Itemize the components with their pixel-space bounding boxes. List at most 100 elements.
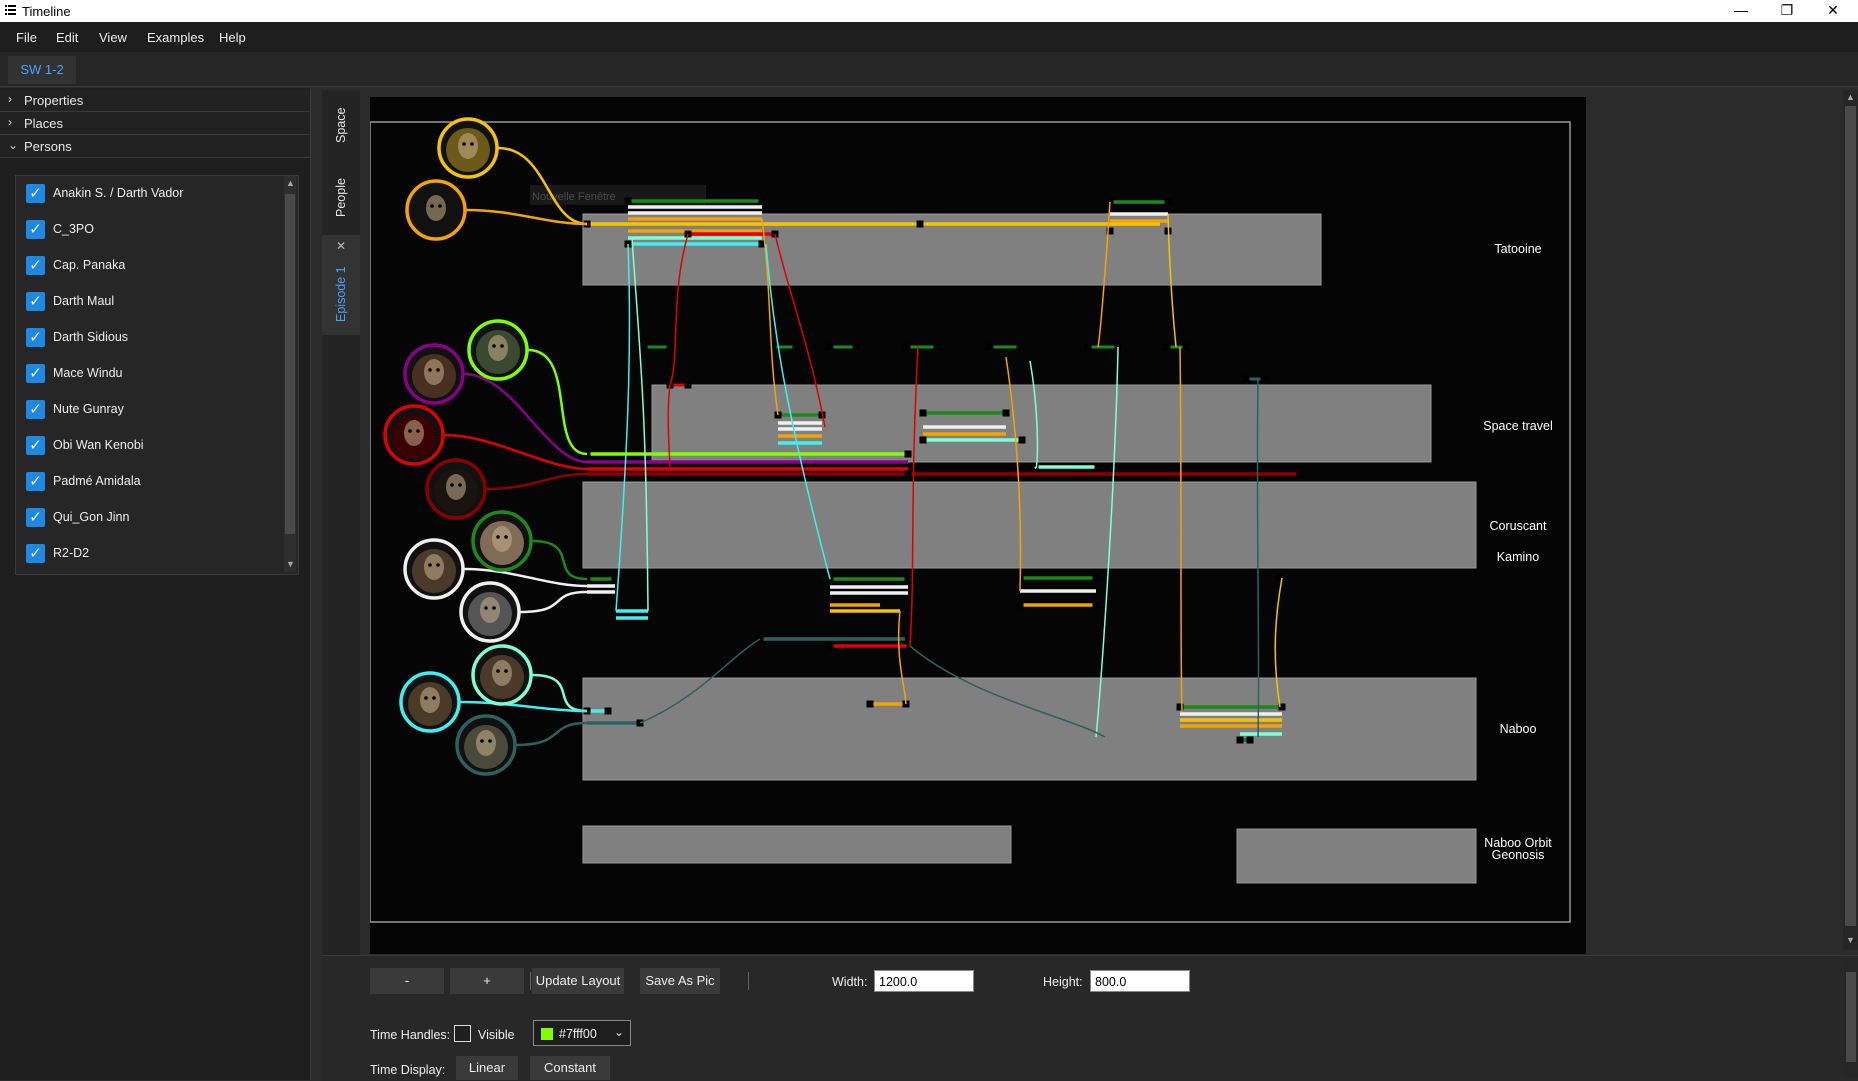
event-node[interactable] [1242, 375, 1250, 383]
event-node[interactable] [758, 197, 766, 205]
event-node[interactable] [1084, 343, 1092, 351]
event-node[interactable] [1236, 736, 1244, 744]
sidious-avatar-icon[interactable] [425, 458, 487, 520]
event-node[interactable] [769, 343, 777, 351]
event-node[interactable] [919, 436, 927, 444]
accordion-persons[interactable]: ⌄ Persons [0, 135, 310, 158]
scrollbar-thumb[interactable] [1846, 972, 1856, 1062]
menu-file[interactable]: File [16, 30, 37, 45]
event-node[interactable] [666, 343, 674, 351]
anakin-avatar-icon[interactable] [405, 179, 467, 241]
yoda-avatar-icon[interactable] [467, 319, 529, 381]
event-node[interactable] [640, 343, 648, 351]
r2d2-avatar-icon[interactable] [459, 581, 521, 643]
toolbar-scrollbar[interactable] [1844, 958, 1858, 1078]
checkbox-checked-icon[interactable]: ✓ [26, 184, 45, 203]
nute-avatar-icon[interactable] [455, 714, 517, 776]
event-node[interactable] [904, 575, 912, 583]
list-scrollbar[interactable]: ▲ ▼ [284, 176, 296, 572]
event-node[interactable] [852, 343, 860, 351]
accordion-places[interactable]: › Places [0, 112, 310, 135]
checkbox-checked-icon[interactable]: ✓ [26, 220, 45, 239]
event-node[interactable] [904, 450, 912, 458]
zoom-out-button[interactable]: - [370, 968, 444, 994]
maul-avatar-icon[interactable] [383, 404, 445, 466]
event-node[interactable] [1164, 198, 1172, 206]
update-layout-button[interactable]: Update Layout [532, 968, 624, 994]
scrollbar-thumb[interactable] [285, 194, 295, 534]
event-node[interactable] [1016, 343, 1024, 351]
event-node[interactable] [826, 343, 834, 351]
event-node[interactable] [1296, 470, 1304, 478]
obiwan-avatar-icon[interactable] [471, 644, 533, 706]
checkbox-checked-icon[interactable]: ✓ [26, 364, 45, 383]
checkbox-checked-icon[interactable]: ✓ [26, 256, 45, 275]
place-box-naboo-lower[interactable] [582, 825, 1012, 864]
event-node[interactable] [1246, 736, 1254, 744]
event-node[interactable] [903, 343, 911, 351]
scroll-down-icon[interactable]: ▼ [1846, 935, 1855, 945]
event-node[interactable] [1092, 601, 1100, 609]
app-menu-icon[interactable] [5, 5, 16, 15]
scroll-down-icon[interactable]: ▼ [286, 559, 295, 569]
windu-avatar-icon[interactable] [403, 343, 465, 405]
menu-help[interactable]: Help [219, 30, 246, 45]
checkbox-checked-icon[interactable]: ✓ [26, 400, 45, 419]
tab-episode-1[interactable]: ✕ Episode 1 [322, 235, 360, 335]
event-node[interactable] [1018, 436, 1026, 444]
accordion-properties[interactable]: › Properties [0, 89, 310, 112]
height-field[interactable]: 800.0 [1090, 970, 1190, 992]
c3po-avatar-icon[interactable] [437, 117, 499, 179]
panaka-avatar-icon[interactable] [403, 538, 465, 600]
tab-sw-1-2[interactable]: SW 1-2 [8, 56, 76, 84]
event-node[interactable] [916, 220, 924, 228]
linear-button[interactable]: Linear [456, 1056, 518, 1080]
quigon-avatar-icon[interactable] [399, 671, 461, 733]
event-node[interactable] [904, 470, 912, 478]
place-box-space-travel[interactable] [651, 384, 1432, 463]
canvas-scrollbar[interactable]: ▲ ▼ [1843, 90, 1858, 950]
event-node[interactable] [866, 700, 874, 708]
event-node[interactable] [1260, 375, 1268, 383]
event-node[interactable] [792, 343, 800, 351]
event-node[interactable] [1182, 343, 1190, 351]
timeline-graph[interactable]: Nouvelle Fenêtre Tatooine Space travel C… [370, 97, 1586, 954]
tab-people[interactable]: People [322, 160, 360, 235]
save-as-pic-button[interactable]: Save As Pic [640, 968, 720, 994]
event-node[interactable] [1016, 601, 1024, 609]
event-node[interactable] [624, 197, 632, 205]
event-node[interactable] [1002, 409, 1010, 417]
scroll-up-icon[interactable]: ▲ [286, 178, 295, 188]
scrollbar-thumb[interactable] [1845, 106, 1856, 926]
event-node[interactable] [604, 707, 612, 715]
restore-button[interactable]: ❐ [1764, 0, 1810, 22]
scroll-up-icon[interactable]: ▲ [1846, 92, 1855, 102]
event-node[interactable] [1163, 343, 1171, 351]
event-node[interactable] [1276, 574, 1284, 582]
checkbox-checked-icon[interactable]: ✓ [26, 328, 45, 347]
place-box-naboo[interactable] [582, 677, 1477, 781]
event-node[interactable] [1094, 463, 1102, 471]
event-node[interactable] [1092, 574, 1100, 582]
event-node[interactable] [986, 343, 994, 351]
minimize-button[interactable]: — [1718, 0, 1764, 22]
place-box-coruscant-kamino[interactable] [582, 481, 1477, 569]
checkbox-checked-icon[interactable]: ✓ [26, 544, 45, 563]
visible-checkbox[interactable] [454, 1025, 471, 1042]
event-node[interactable] [933, 343, 941, 351]
padme-avatar-icon[interactable] [471, 510, 533, 572]
checkbox-checked-icon[interactable]: ✓ [26, 436, 45, 455]
handle-color-picker[interactable]: #7fff00 ⌄ [533, 1020, 631, 1046]
checkbox-checked-icon[interactable]: ✓ [26, 472, 45, 491]
checkbox-checked-icon[interactable]: ✓ [26, 508, 45, 527]
constant-button[interactable]: Constant [530, 1056, 610, 1080]
close-tab-icon[interactable]: ✕ [336, 239, 346, 253]
close-button[interactable]: ✕ [1810, 0, 1856, 22]
checkbox-checked-icon[interactable]: ✓ [26, 292, 45, 311]
menu-edit[interactable]: Edit [56, 30, 78, 45]
event-node[interactable] [826, 642, 834, 650]
menu-view[interactable]: View [99, 30, 127, 45]
event-node[interactable] [684, 381, 692, 389]
menu-examples[interactable]: Examples [147, 30, 204, 45]
event-node[interactable] [919, 409, 927, 417]
